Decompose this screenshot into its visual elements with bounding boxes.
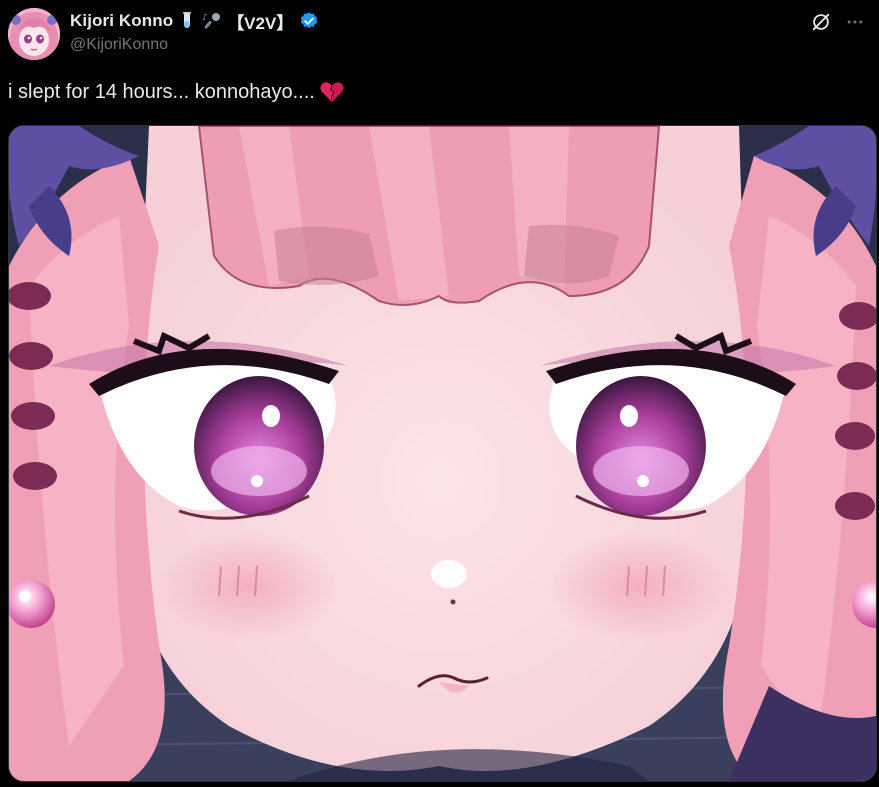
avatar-image (8, 8, 60, 60)
author-handle[interactable]: @KijoriKonno (70, 35, 710, 55)
broken-heart-icon (319, 80, 345, 104)
tweet-text: i slept for 14 hours... konnohayo.... (8, 78, 868, 106)
tweet-post: Kijori Konno ♪ 【V2V】 @KijoriKonno i slep… (0, 0, 879, 787)
svg-text:♪: ♪ (202, 13, 208, 23)
tweet-body: i slept for 14 hours... konnohayo.... (8, 81, 315, 103)
display-name[interactable]: Kijori Konno (70, 11, 173, 31)
name-tag: 【V2V】 (227, 13, 294, 33)
more-options-icon[interactable] (843, 10, 867, 34)
microphone-notes-icon: ♪ (201, 11, 223, 31)
verified-badge-icon[interactable] (299, 11, 319, 31)
anime-character-closeup-image (9, 126, 876, 781)
grok-icon[interactable] (809, 10, 833, 34)
author-name-row: Kijori Konno ♪ 【V2V】 (70, 9, 710, 33)
post-actions (809, 10, 867, 34)
post-header: Kijori Konno ♪ 【V2V】 @KijoriKonno (70, 9, 710, 55)
post-media-image[interactable] (8, 125, 877, 782)
avatar[interactable] (8, 8, 60, 60)
test-tube-icon (179, 11, 195, 31)
